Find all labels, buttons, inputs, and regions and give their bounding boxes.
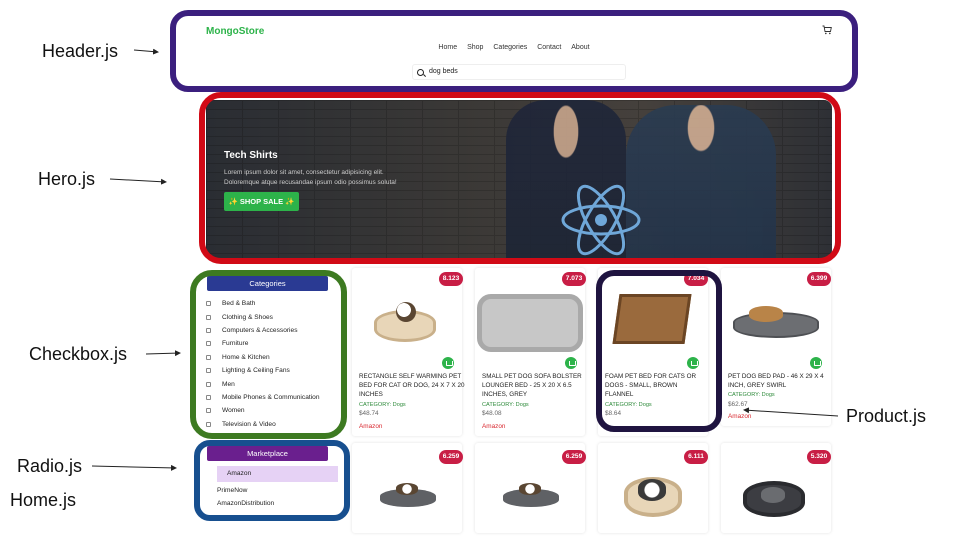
header-js-label: Header.js <box>42 41 119 61</box>
hero-js-label: Hero.js <box>38 169 96 189</box>
dog-image <box>638 479 666 501</box>
rating-badge: 6.259 <box>562 450 586 464</box>
product-price: $48.08 <box>482 410 502 417</box>
dog-image <box>396 483 418 495</box>
rating-badge: 7.073 <box>562 272 586 286</box>
product-image <box>477 294 583 352</box>
radio-arrow <box>91 464 177 471</box>
add-to-cart-button[interactable] <box>442 357 454 369</box>
rating-badge: 6.399 <box>807 272 831 286</box>
header-component-outline <box>170 10 858 92</box>
rating-badge: 8.123 <box>439 272 463 286</box>
product-component-outline <box>596 270 722 432</box>
product-title: SMALL PET DOG SOFA BOLSTER LOUNGER BED -… <box>482 373 582 398</box>
product-price: $62.67 <box>728 401 748 408</box>
product-seller: Amazon <box>359 423 383 430</box>
dog-image <box>749 306 783 322</box>
checkbox-js-label: Checkbox.js <box>29 344 128 364</box>
checkbox-component-outline <box>190 270 347 439</box>
rating-badge: 6.259 <box>439 450 463 464</box>
header-arrow <box>133 48 159 55</box>
radio-component-outline <box>194 440 350 521</box>
product-title: RECTANGLE SELF WARMING PET BED FOR CAT O… <box>359 373 465 398</box>
radio-js-label: Radio.js <box>17 456 83 476</box>
home-js-label: Home.js <box>10 490 77 510</box>
product-category: CATEGORY: Dogs <box>482 402 529 408</box>
dog-image <box>396 302 416 322</box>
dog-image <box>761 487 785 503</box>
product-price: $48.74 <box>359 410 379 417</box>
dog-image <box>519 483 541 495</box>
checkbox-arrow <box>145 350 181 357</box>
product-js-label: Product.js <box>846 406 927 426</box>
hero-arrow <box>109 178 167 185</box>
hero-component-outline <box>199 92 841 264</box>
product-seller: Amazon <box>482 423 506 430</box>
product-title: PET DOG BED PAD - 46 X 29 X 4 INCH, GREY… <box>728 373 824 389</box>
add-to-cart-button[interactable] <box>810 357 822 369</box>
product-category: CATEGORY: Dogs <box>728 392 775 398</box>
rating-badge: 6.111 <box>684 450 708 464</box>
rating-badge: 5.320 <box>807 450 831 464</box>
add-to-cart-button[interactable] <box>565 357 577 369</box>
product-seller: Amazon <box>728 413 752 420</box>
product-category: CATEGORY: Dogs <box>359 402 406 408</box>
